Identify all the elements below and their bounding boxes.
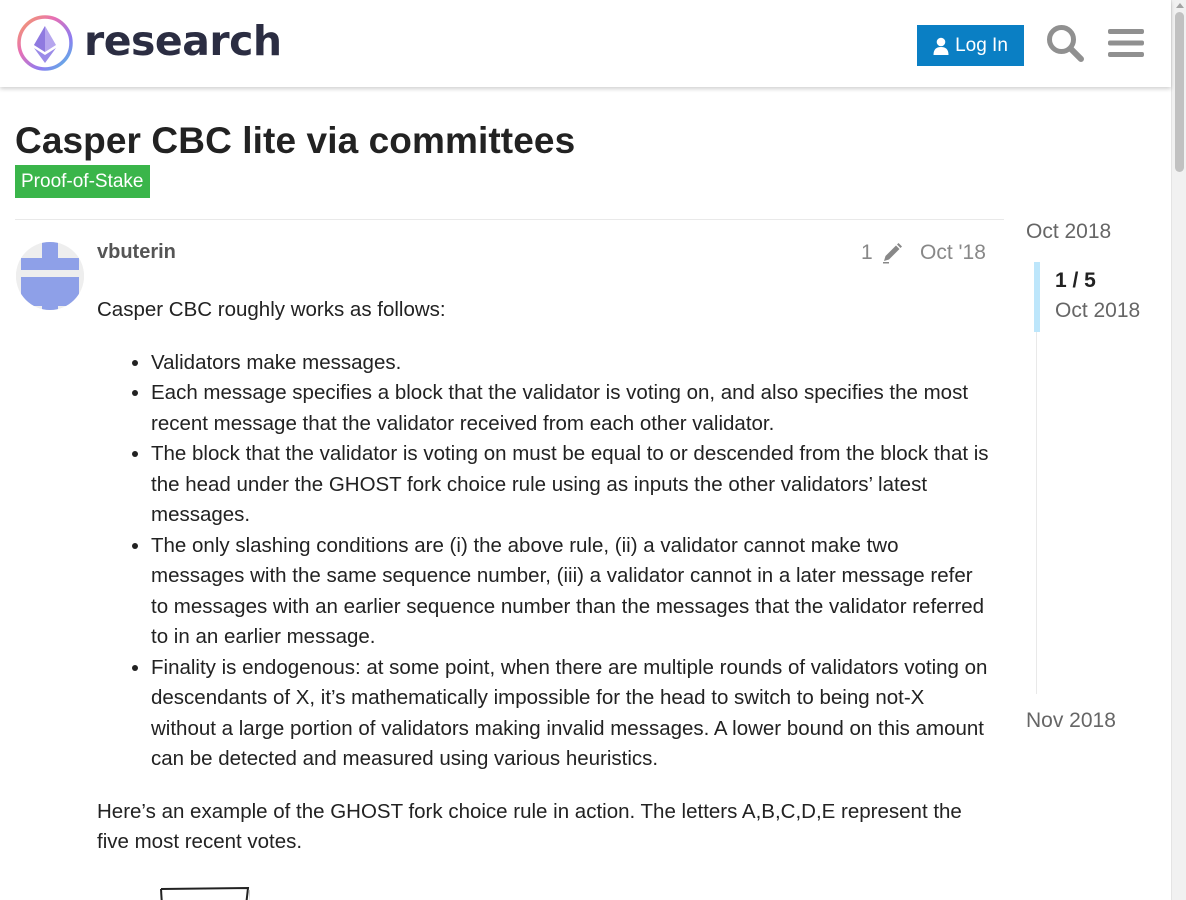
site-header: research Log In (0, 0, 1171, 87)
search-button[interactable] (1044, 22, 1086, 64)
login-button[interactable]: Log In (917, 25, 1024, 66)
scroll-thumb[interactable] (1175, 12, 1184, 172)
category-badge[interactable]: Proof-of-Stake (15, 165, 150, 198)
post-intro: Casper CBC roughly works as follows: (97, 298, 446, 321)
topic-title[interactable]: Casper CBC lite via committees (15, 120, 575, 162)
search-icon (1047, 25, 1084, 62)
list-item: Validators make messages. (151, 348, 992, 379)
page-scrollbar[interactable] (1171, 0, 1186, 900)
list-item: Finality is endogenous: at some point, w… (151, 653, 992, 775)
edit-count: 1 (861, 241, 873, 264)
list-item: The block that the validator is voting o… (151, 439, 992, 531)
timeline-position: 1 / 5 (1055, 269, 1096, 292)
list-item: Each message specifies a block that the … (151, 378, 992, 439)
post-outro: Here’s an example of the GHOST fork choi… (97, 799, 962, 854)
logo-icon (17, 15, 73, 71)
login-label: Log In (955, 34, 1008, 56)
post-bullet-list: Validators make messages. Each message s… (151, 348, 992, 775)
logo-text: research (84, 16, 282, 65)
timeline-handle[interactable] (1034, 262, 1040, 332)
title-divider (15, 219, 1004, 220)
menu-icon (1108, 29, 1144, 57)
post-date[interactable]: Oct '18 (920, 241, 986, 265)
timeline-start-date[interactable]: Oct 2018 (1026, 220, 1111, 244)
avatar-identicon (16, 242, 84, 310)
list-item: The only slashing conditions are (i) the… (151, 531, 992, 653)
pencil-icon (882, 243, 902, 264)
menu-button[interactable] (1105, 22, 1147, 64)
timeline-end-date[interactable]: Nov 2018 (1026, 709, 1116, 733)
site-logo[interactable]: research (16, 14, 282, 72)
avatar[interactable] (16, 242, 84, 310)
post-username[interactable]: vbuterin (97, 241, 176, 264)
scroll-up-arrow[interactable] (1176, 3, 1184, 8)
post-body: Casper CBC roughly works as follows: Val… (97, 295, 992, 858)
edit-history[interactable]: 1 (861, 241, 903, 265)
timeline-current-date: Oct 2018 (1055, 299, 1141, 322)
ghost-diagram-image[interactable] (160, 886, 250, 900)
user-icon (933, 37, 949, 55)
